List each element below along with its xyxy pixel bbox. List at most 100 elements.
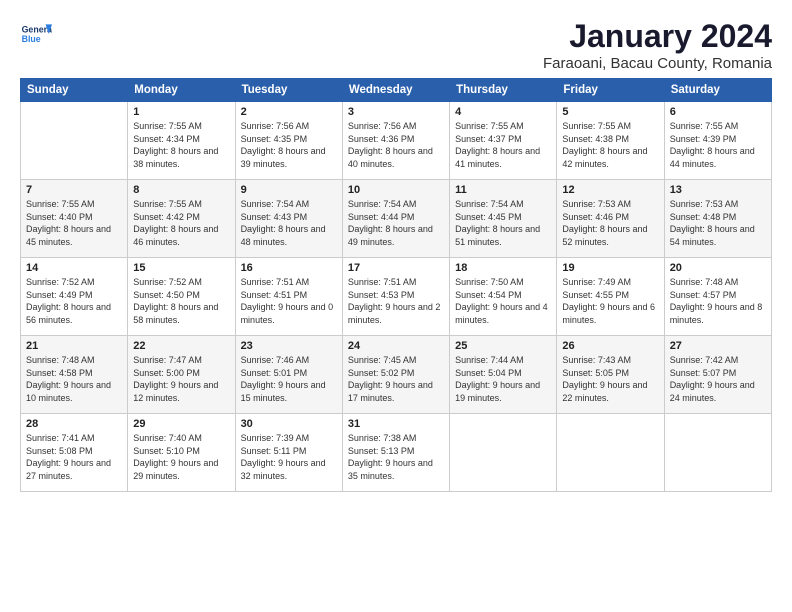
title-block: January 2024 Faraoani, Bacau County, Rom…	[543, 18, 772, 72]
day-number: 20	[670, 262, 766, 274]
day-number: 30	[241, 418, 337, 430]
cell-details: Sunrise: 7:53 AM Sunset: 4:48 PM Dayligh…	[670, 198, 766, 248]
day-number: 14	[26, 262, 122, 274]
calendar-week-row: 7 Sunrise: 7:55 AM Sunset: 4:40 PM Daylig…	[21, 180, 772, 258]
cell-details: Sunrise: 7:52 AM Sunset: 4:50 PM Dayligh…	[133, 276, 229, 326]
cell-details: Sunrise: 7:43 AM Sunset: 5:05 PM Dayligh…	[562, 354, 658, 404]
cell-details: Sunrise: 7:54 AM Sunset: 4:45 PM Dayligh…	[455, 198, 551, 248]
day-number: 16	[241, 262, 337, 274]
cell-details: Sunrise: 7:46 AM Sunset: 5:01 PM Dayligh…	[241, 354, 337, 404]
cell-details: Sunrise: 7:41 AM Sunset: 5:08 PM Dayligh…	[26, 432, 122, 482]
day-number: 25	[455, 340, 551, 352]
table-row: 27 Sunrise: 7:42 AM Sunset: 5:07 PM Dayli…	[664, 336, 771, 414]
cell-details: Sunrise: 7:51 AM Sunset: 4:51 PM Dayligh…	[241, 276, 337, 326]
table-row: 4 Sunrise: 7:55 AM Sunset: 4:37 PM Daylig…	[450, 102, 557, 180]
cell-details: Sunrise: 7:55 AM Sunset: 4:37 PM Dayligh…	[455, 120, 551, 170]
calendar-week-row: 28 Sunrise: 7:41 AM Sunset: 5:08 PM Dayli…	[21, 414, 772, 492]
day-number: 28	[26, 418, 122, 430]
day-number: 8	[133, 184, 229, 196]
table-row: 28 Sunrise: 7:41 AM Sunset: 5:08 PM Dayli…	[21, 414, 128, 492]
table-row: 29 Sunrise: 7:40 AM Sunset: 5:10 PM Dayli…	[128, 414, 235, 492]
table-row: 20 Sunrise: 7:48 AM Sunset: 4:57 PM Dayli…	[664, 258, 771, 336]
page-subtitle: Faraoani, Bacau County, Romania	[543, 55, 772, 72]
table-row: 22 Sunrise: 7:47 AM Sunset: 5:00 PM Dayli…	[128, 336, 235, 414]
cell-details: Sunrise: 7:55 AM Sunset: 4:38 PM Dayligh…	[562, 120, 658, 170]
cell-details: Sunrise: 7:55 AM Sunset: 4:34 PM Dayligh…	[133, 120, 229, 170]
day-number: 6	[670, 106, 766, 118]
day-number: 1	[133, 106, 229, 118]
day-number: 23	[241, 340, 337, 352]
table-row: 8 Sunrise: 7:55 AM Sunset: 4:42 PM Daylig…	[128, 180, 235, 258]
cell-details: Sunrise: 7:47 AM Sunset: 5:00 PM Dayligh…	[133, 354, 229, 404]
table-row: 2Sunrise: 7:56 AM Sunset: 4:35 PM Daylig…	[235, 102, 342, 180]
table-row: 23 Sunrise: 7:46 AM Sunset: 5:01 PM Dayli…	[235, 336, 342, 414]
logo: General Blue	[20, 18, 52, 50]
table-row: 21Sunrise: 7:48 AM Sunset: 4:58 PM Dayli…	[21, 336, 128, 414]
cell-details: Sunrise: 7:39 AM Sunset: 5:11 PM Dayligh…	[241, 432, 337, 482]
table-row: 18 Sunrise: 7:50 AM Sunset: 4:54 PM Dayli…	[450, 258, 557, 336]
cell-details: Sunrise: 7:48 AM Sunset: 4:57 PM Dayligh…	[670, 276, 766, 326]
cell-details: Sunrise: 7:51 AM Sunset: 4:53 PM Dayligh…	[348, 276, 444, 326]
table-row: 12 Sunrise: 7:53 AM Sunset: 4:46 PM Dayli…	[557, 180, 664, 258]
day-number: 13	[670, 184, 766, 196]
table-row: 25Sunrise: 7:44 AM Sunset: 5:04 PM Dayli…	[450, 336, 557, 414]
table-row	[21, 102, 128, 180]
col-wednesday: Wednesday	[342, 79, 449, 102]
table-row: 5 Sunrise: 7:55 AM Sunset: 4:38 PM Daylig…	[557, 102, 664, 180]
table-row: 30 Sunrise: 7:39 AM Sunset: 5:11 PM Dayli…	[235, 414, 342, 492]
cell-details: Sunrise: 7:38 AM Sunset: 5:13 PM Dayligh…	[348, 432, 444, 482]
day-number: 5	[562, 106, 658, 118]
col-tuesday: Tuesday	[235, 79, 342, 102]
day-number: 18	[455, 262, 551, 274]
cell-details: Sunrise: 7:53 AM Sunset: 4:46 PM Dayligh…	[562, 198, 658, 248]
table-row	[557, 414, 664, 492]
table-row: 7 Sunrise: 7:55 AM Sunset: 4:40 PM Daylig…	[21, 180, 128, 258]
table-row: 11 Sunrise: 7:54 AM Sunset: 4:45 PM Dayli…	[450, 180, 557, 258]
day-number: 31	[348, 418, 444, 430]
day-number: 17	[348, 262, 444, 274]
table-row: 3 Sunrise: 7:56 AM Sunset: 4:36 PM Daylig…	[342, 102, 449, 180]
table-row: 10Sunrise: 7:54 AM Sunset: 4:44 PM Dayli…	[342, 180, 449, 258]
cell-details: Sunrise: 7:40 AM Sunset: 5:10 PM Dayligh…	[133, 432, 229, 482]
day-number: 22	[133, 340, 229, 352]
day-number: 3	[348, 106, 444, 118]
day-number: 11	[455, 184, 551, 196]
day-number: 26	[562, 340, 658, 352]
cell-details: Sunrise: 7:56 AM Sunset: 4:36 PM Dayligh…	[348, 120, 444, 170]
calendar-week-row: 14 Sunrise: 7:52 AM Sunset: 4:49 PM Dayli…	[21, 258, 772, 336]
cell-details: Sunrise: 7:42 AM Sunset: 5:07 PM Dayligh…	[670, 354, 766, 404]
calendar-header-row: Sunday Monday Tuesday Wednesday Thursday…	[21, 79, 772, 102]
table-row: 13 Sunrise: 7:53 AM Sunset: 4:48 PM Dayli…	[664, 180, 771, 258]
table-row: 15Sunrise: 7:52 AM Sunset: 4:50 PM Dayli…	[128, 258, 235, 336]
cell-details: Sunrise: 7:55 AM Sunset: 4:39 PM Dayligh…	[670, 120, 766, 170]
table-row: 19Sunrise: 7:49 AM Sunset: 4:55 PM Dayli…	[557, 258, 664, 336]
table-row: 26 Sunrise: 7:43 AM Sunset: 5:05 PM Dayli…	[557, 336, 664, 414]
table-row: 6 Sunrise: 7:55 AM Sunset: 4:39 PM Daylig…	[664, 102, 771, 180]
cell-details: Sunrise: 7:55 AM Sunset: 4:40 PM Dayligh…	[26, 198, 122, 248]
table-row: 17 Sunrise: 7:51 AM Sunset: 4:53 PM Dayli…	[342, 258, 449, 336]
day-number: 12	[562, 184, 658, 196]
page-title: January 2024	[543, 18, 772, 55]
cell-details: Sunrise: 7:56 AM Sunset: 4:35 PM Dayligh…	[241, 120, 337, 170]
day-number: 24	[348, 340, 444, 352]
calendar-week-row: 21Sunrise: 7:48 AM Sunset: 4:58 PM Dayli…	[21, 336, 772, 414]
table-row	[664, 414, 771, 492]
day-number: 4	[455, 106, 551, 118]
cell-details: Sunrise: 7:55 AM Sunset: 4:42 PM Dayligh…	[133, 198, 229, 248]
logo-icon: General Blue	[20, 18, 52, 50]
table-row: 9Sunrise: 7:54 AM Sunset: 4:43 PM Daylig…	[235, 180, 342, 258]
day-number: 29	[133, 418, 229, 430]
svg-text:Blue: Blue	[22, 34, 41, 44]
day-number: 19	[562, 262, 658, 274]
calendar-table: Sunday Monday Tuesday Wednesday Thursday…	[20, 78, 772, 492]
cell-details: Sunrise: 7:54 AM Sunset: 4:43 PM Dayligh…	[241, 198, 337, 248]
day-number: 27	[670, 340, 766, 352]
cell-details: Sunrise: 7:50 AM Sunset: 4:54 PM Dayligh…	[455, 276, 551, 326]
col-friday: Friday	[557, 79, 664, 102]
header: General Blue January 2024 Faraoani, Baca…	[20, 18, 772, 72]
table-row	[450, 414, 557, 492]
cell-details: Sunrise: 7:52 AM Sunset: 4:49 PM Dayligh…	[26, 276, 122, 326]
day-number: 7	[26, 184, 122, 196]
table-row: 31 Sunrise: 7:38 AM Sunset: 5:13 PM Dayli…	[342, 414, 449, 492]
col-monday: Monday	[128, 79, 235, 102]
